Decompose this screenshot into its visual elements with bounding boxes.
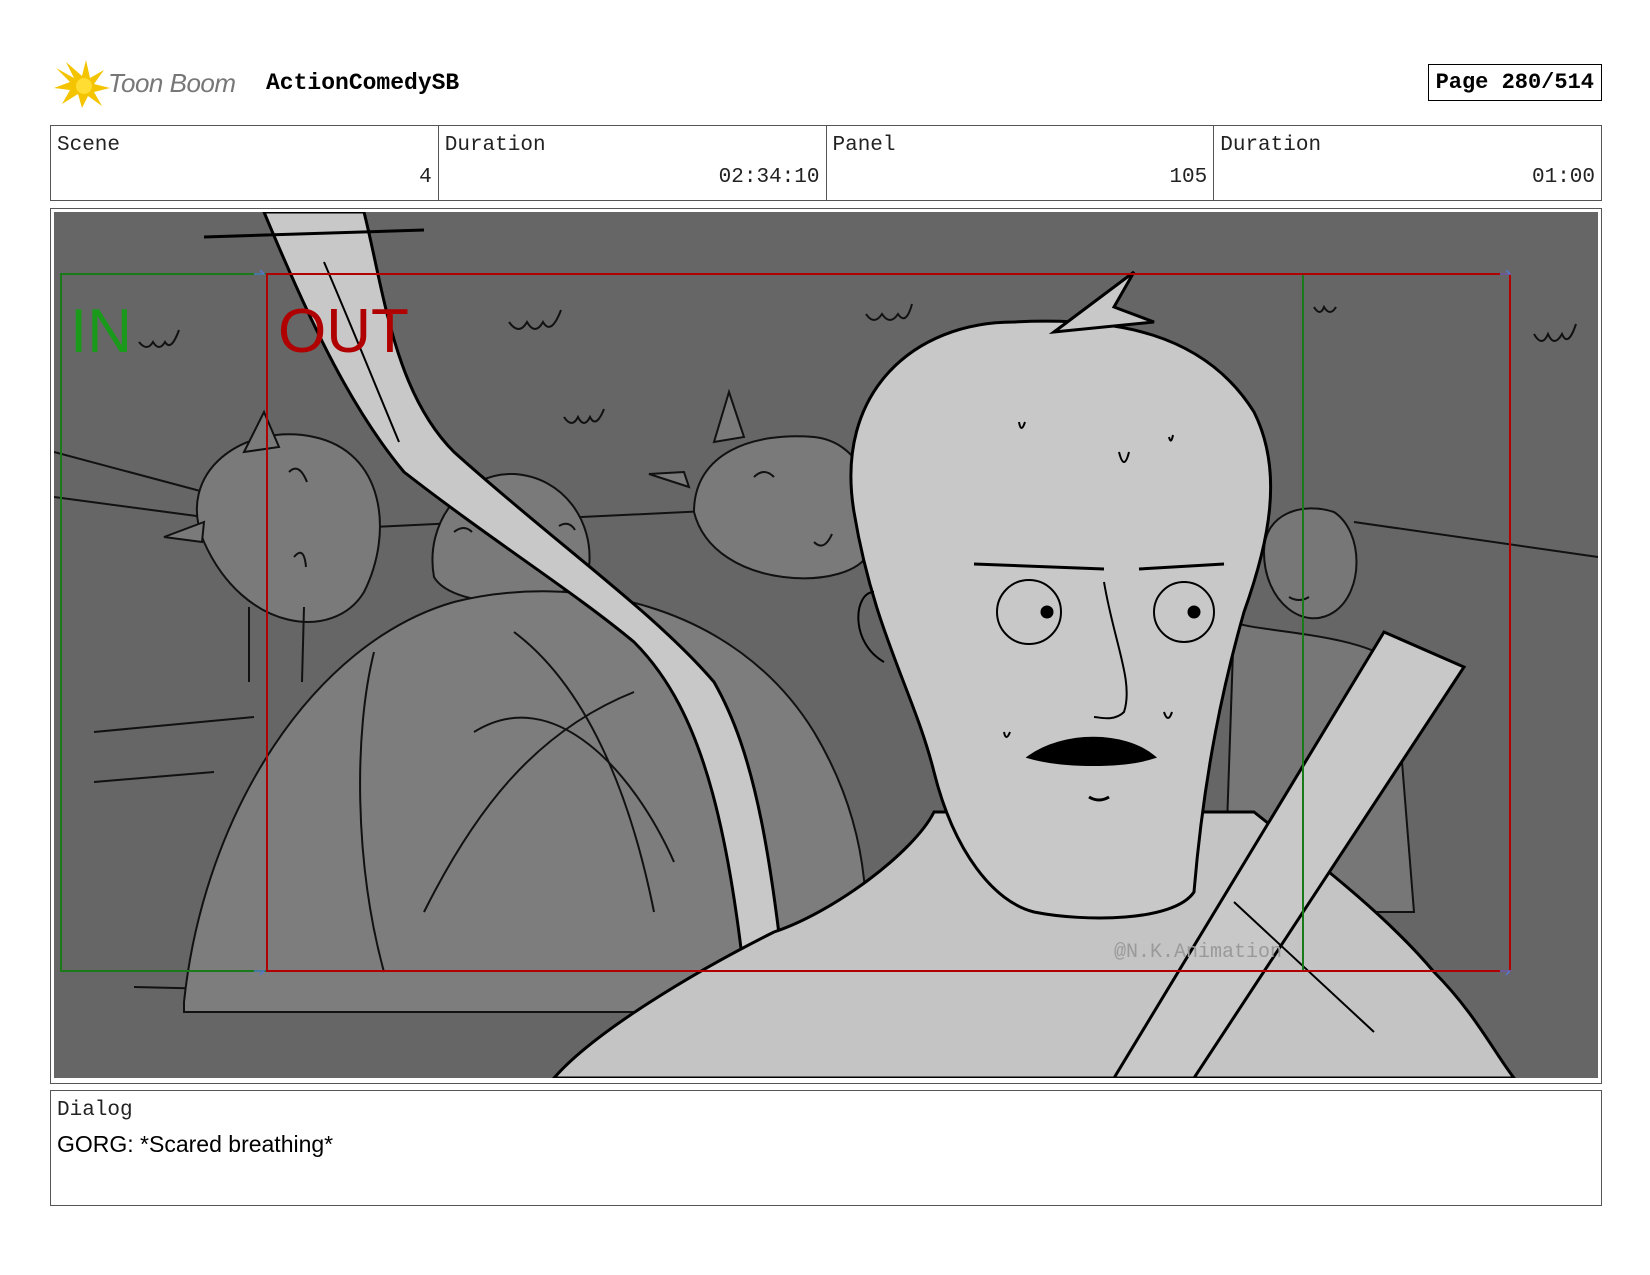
scene-duration-cell: Duration 02:34:10 [439,126,827,200]
watermark: @N.K.Animation [1114,941,1282,964]
out-label: OUT [278,297,409,366]
panel-drawing: @N.K.Animation IN OUT [54,212,1598,1078]
project-title: ActionComedySB [266,70,460,96]
dialog-label: Dialog [57,1099,133,1122]
panel-duration-cell: Duration 01:00 [1214,126,1601,200]
page-indicator: Page 280/514 [1427,64,1602,101]
scene-value: 4 [419,166,432,189]
dialog-section: Dialog GORG: *Scared breathing* [50,1090,1602,1206]
scene-label: Scene [57,134,121,157]
dialog-text: GORG: *Scared breathing* [57,1131,334,1157]
scene-duration-value: 02:34:10 [718,166,820,189]
logo-text: Toon Boom [108,68,236,98]
toon-boom-logo: Toon Boom [52,58,252,110]
panel-cell: Panel 105 [827,126,1215,200]
scene-duration-label: Duration [444,134,546,157]
in-label: IN [70,297,132,366]
panel-label: Panel [832,134,896,157]
page-header: Toon Boom ActionComedySB Page 280/514 [52,56,1602,112]
starburst-icon [54,60,110,108]
panel-duration-label: Duration [1220,134,1322,157]
panel-duration-value: 01:00 [1531,166,1595,189]
storyboard-panel: @N.K.Animation IN OUT [50,208,1602,1084]
panel-value: 105 [1169,166,1208,189]
scene-cell: Scene 4 [51,126,439,200]
scene-info-table: Scene 4 Duration 02:34:10 Panel 105 Dura… [50,125,1602,201]
